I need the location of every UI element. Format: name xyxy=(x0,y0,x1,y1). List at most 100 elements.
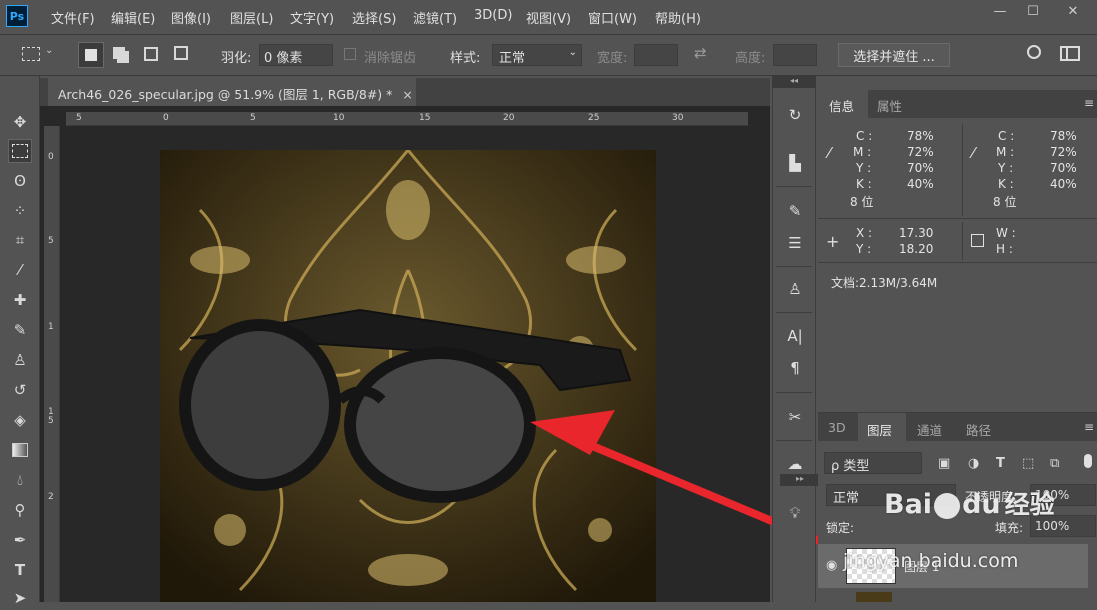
width-input[interactable] xyxy=(634,44,678,66)
antialias-label: 消除锯齿 xyxy=(364,51,417,66)
marquee-tool-icon[interactable] xyxy=(8,139,32,163)
clone-source-icon[interactable]: ♙ xyxy=(782,276,808,302)
filter-pixel-icon[interactable]: ▣ xyxy=(938,456,950,471)
learn-icon[interactable]: 💡︎ xyxy=(782,500,808,526)
height-input[interactable] xyxy=(773,44,817,66)
collapse-icon[interactable]: ◂◂ xyxy=(772,76,816,88)
filter-smart-object-icon[interactable]: ⧉ xyxy=(1050,456,1059,471)
filter-type-icon[interactable]: T xyxy=(996,456,1005,471)
tab-channels[interactable]: 通道 xyxy=(917,420,942,439)
filter-toggle[interactable] xyxy=(1084,454,1092,468)
layer-filter-select[interactable]: ρ 类型 xyxy=(824,452,922,474)
antialias-checkbox[interactable] xyxy=(344,48,356,60)
search-icon[interactable] xyxy=(1027,45,1041,59)
feather-input[interactable]: 0 像素 xyxy=(259,44,333,66)
chevron-down-icon[interactable]: ⌄ xyxy=(45,45,53,56)
lasso-tool-icon[interactable]: ʘ xyxy=(8,169,32,193)
ruler-label: 10 xyxy=(333,113,345,123)
history-brush-icon[interactable]: ↺ xyxy=(8,378,32,402)
separator xyxy=(962,222,963,260)
layer-filter-value: ρ 类型 xyxy=(831,459,870,474)
watermark-url: jingyan.baidu.com xyxy=(843,550,1019,572)
filter-adjustment-icon[interactable]: ◑ xyxy=(968,456,979,471)
workspace-icon[interactable] xyxy=(1060,46,1080,61)
k2-label: K : xyxy=(998,177,1014,191)
eraser-tool-icon[interactable]: ◈ xyxy=(8,408,32,432)
panel-menu-icon[interactable]: ≡ xyxy=(1084,420,1094,434)
blur-tool-icon[interactable]: 💧︎ xyxy=(8,468,32,492)
visibility-eye-icon[interactable]: ◉ xyxy=(826,558,837,573)
separator xyxy=(776,266,812,267)
m-label: M : xyxy=(853,145,872,159)
paragraph-icon[interactable]: ¶ xyxy=(782,355,808,381)
subtract-selection-icon[interactable] xyxy=(144,47,158,61)
menu-edit[interactable]: 编辑(E) xyxy=(111,8,155,27)
document-title: Arch46_026_specular.jpg @ 51.9% (图层 1, R… xyxy=(58,87,393,102)
histogram-icon[interactable]: ▙ xyxy=(782,150,808,176)
maximize-button[interactable]: ☐ xyxy=(1018,4,1048,22)
document-tab[interactable]: Arch46_026_specular.jpg @ 51.9% (图层 1, R… xyxy=(48,78,416,106)
y2-value: 70% xyxy=(1050,161,1077,175)
ruler-label: 20 xyxy=(503,113,515,123)
panel-menu-icon[interactable]: ≡ xyxy=(1084,96,1094,110)
brush-tool-icon[interactable]: ✎ xyxy=(8,318,32,342)
brush-settings-icon[interactable]: ✎ xyxy=(782,198,808,224)
intersect-selection-icon[interactable] xyxy=(174,46,188,60)
separator xyxy=(962,124,963,216)
menu-layer[interactable]: 图层(L) xyxy=(230,8,273,27)
baidu-watermark-logo: Bai du 经验 xyxy=(884,485,1055,521)
lock-label: 锁定: xyxy=(826,521,855,535)
h-label: H : xyxy=(996,242,1013,256)
menu-file[interactable]: 文件(F) xyxy=(51,8,95,27)
move-tool-icon[interactable]: ✥ xyxy=(8,110,32,134)
adjustments-icon[interactable]: ☰ xyxy=(782,230,808,256)
menu-filter[interactable]: 滤镜(T) xyxy=(413,8,457,27)
menu-view[interactable]: 视图(V) xyxy=(526,8,571,27)
add-selection-icon[interactable] xyxy=(113,47,125,59)
history-panel-icon[interactable]: ↻ xyxy=(782,102,808,128)
tab-layers[interactable]: 图层 xyxy=(858,413,906,441)
tool-presets-icon[interactable]: ✂ xyxy=(782,404,808,430)
menu-help[interactable]: 帮助(H) xyxy=(655,8,701,27)
swap-icon[interactable]: ⇄ xyxy=(694,44,707,62)
k2-value: 40% xyxy=(1050,177,1077,191)
filter-shape-icon[interactable]: ⬚ xyxy=(1022,456,1034,471)
ruler-label: 0 xyxy=(163,113,169,123)
tab-paths[interactable]: 路径 xyxy=(966,420,991,439)
menu-3d[interactable]: 3D(D) xyxy=(474,8,512,23)
dodge-tool-icon[interactable]: ⚲ xyxy=(8,498,32,522)
character-icon[interactable]: A| xyxy=(782,323,808,349)
crop-tool-icon[interactable]: ⌗ xyxy=(8,228,32,252)
style-select[interactable]: 正常 ⌄ xyxy=(492,44,582,66)
type-tool-icon[interactable]: T xyxy=(8,558,32,582)
menu-select[interactable]: 选择(S) xyxy=(352,8,396,27)
close-tab-icon[interactable]: × xyxy=(402,87,412,102)
separator xyxy=(818,262,1097,263)
menu-image[interactable]: 图像(I) xyxy=(171,8,211,27)
ruler-label: 1 5 xyxy=(48,407,54,426)
stamp-tool-icon[interactable]: ♙ xyxy=(8,348,32,372)
pen-tool-icon[interactable]: ✒ xyxy=(8,528,32,552)
selection-size-icon xyxy=(971,234,984,247)
eyedropper-tool-icon[interactable]: ⁄ xyxy=(8,258,32,282)
healing-brush-icon[interactable]: ✚ xyxy=(8,288,32,312)
separator xyxy=(818,218,1097,219)
y-coord-label: Y : xyxy=(856,242,872,256)
marquee-preset-icon[interactable] xyxy=(22,47,40,61)
new-selection-button[interactable] xyxy=(78,42,104,68)
minimize-button[interactable]: — xyxy=(985,4,1015,22)
x-label: X : xyxy=(856,226,873,240)
tab-info[interactable]: 信息 xyxy=(818,90,868,118)
path-select-icon[interactable]: ➤ xyxy=(8,586,32,610)
blend-mode-value: 正常 xyxy=(833,491,860,506)
quick-select-tool-icon[interactable]: ⁘ xyxy=(8,199,32,223)
menu-type[interactable]: 文字(Y) xyxy=(290,8,334,27)
menu-window[interactable]: 窗口(W) xyxy=(588,8,637,27)
tab-properties[interactable]: 属性 xyxy=(877,96,902,115)
gradient-tool-icon[interactable] xyxy=(8,438,32,462)
select-and-mask-button[interactable]: 选择并遮住 ... xyxy=(838,43,950,67)
tab-3d[interactable]: 3D xyxy=(828,420,846,435)
close-window-button[interactable]: ✕ xyxy=(1058,4,1088,22)
expand-icon[interactable]: ▸▸ xyxy=(780,474,820,486)
separator xyxy=(776,392,812,393)
